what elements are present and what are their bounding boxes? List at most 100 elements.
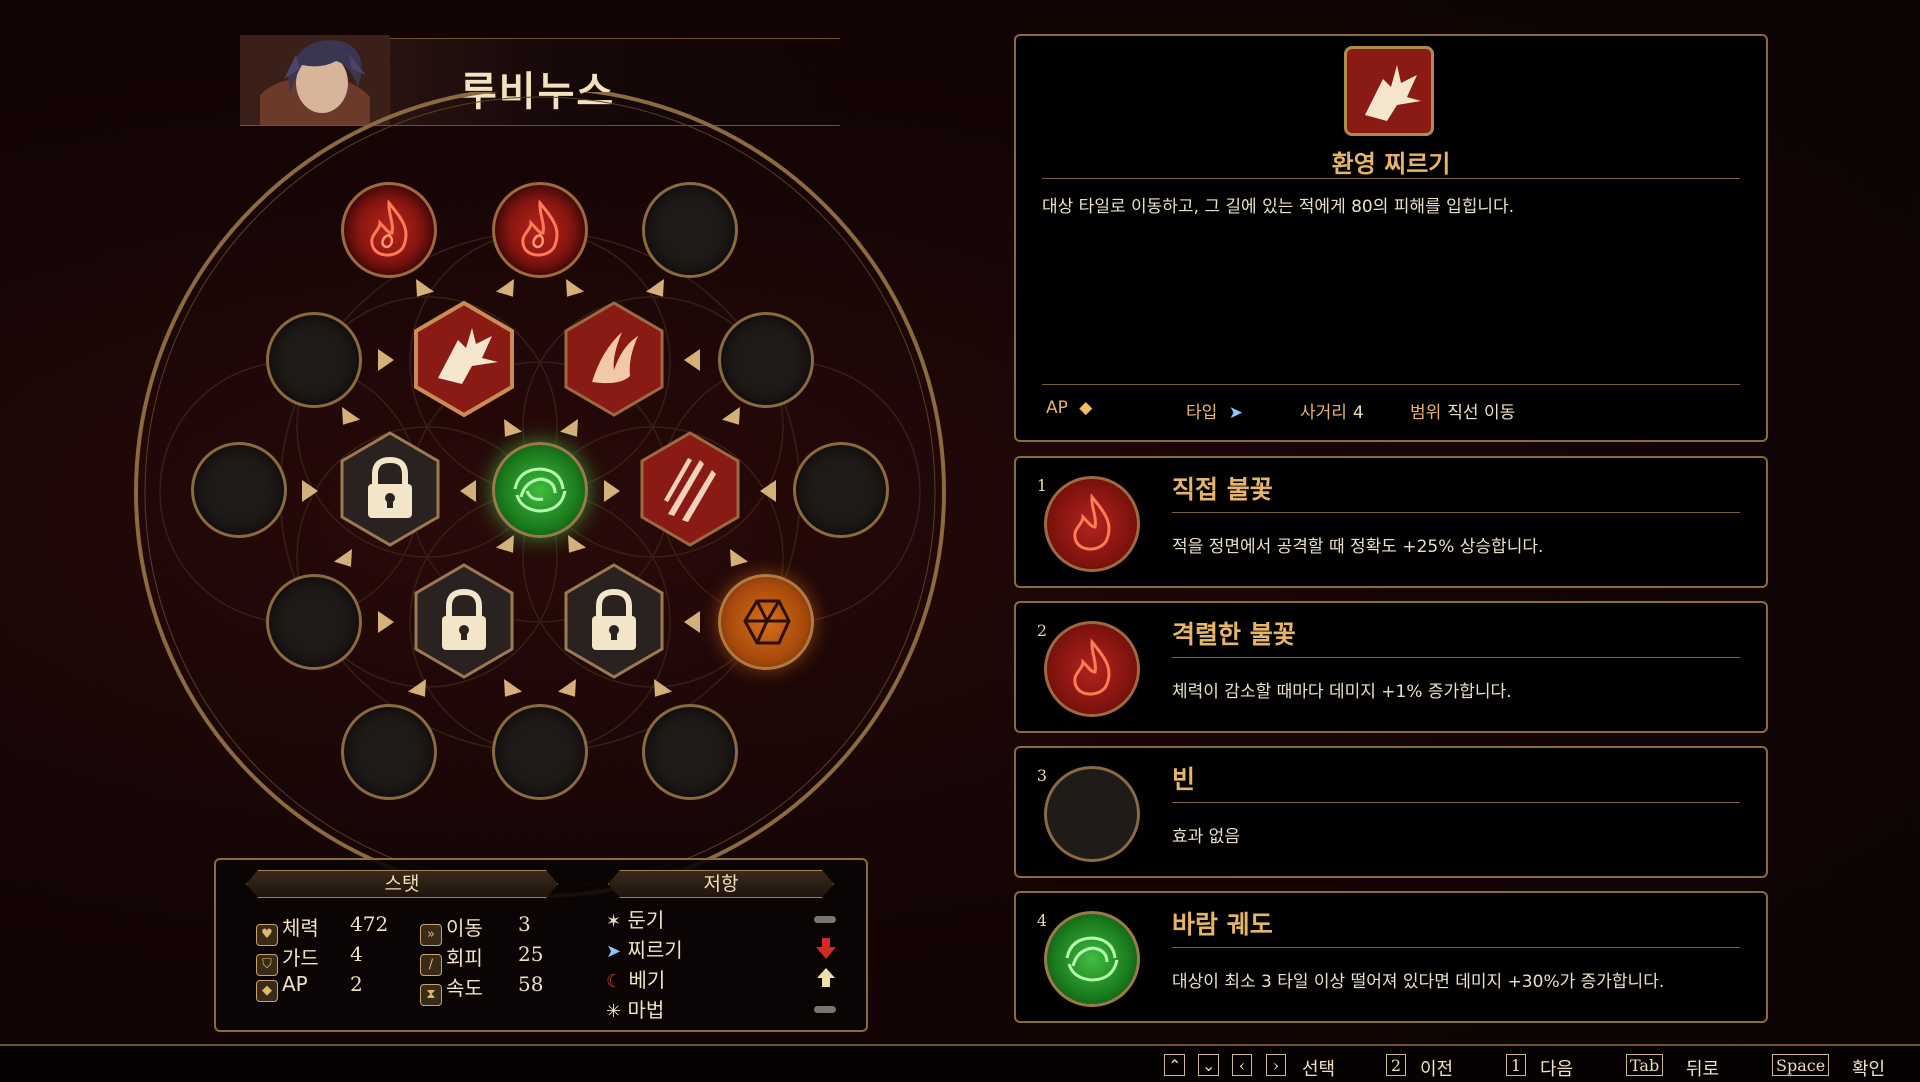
grid-node-empty[interactable]	[266, 312, 362, 408]
divider	[1172, 657, 1740, 658]
path-arrow-icon	[684, 349, 700, 371]
prev-label: 이전	[1420, 1059, 1454, 1080]
attr-label: 타입	[1186, 403, 1218, 423]
rune-title: 빈	[1172, 765, 1196, 794]
divider	[1172, 947, 1740, 948]
ap-diamond-icon: ◆	[1079, 398, 1093, 418]
attr-label: 범위	[1410, 403, 1442, 423]
stat-label: 속도	[446, 976, 483, 1000]
grid-skill-claw-flame[interactable]	[562, 300, 666, 418]
grid-node-empty[interactable]	[642, 182, 738, 278]
grid-node-empty[interactable]	[718, 312, 814, 408]
grid-node-empty[interactable]	[191, 442, 287, 538]
resist-row: ☾ 베기	[606, 964, 665, 993]
rune-slot-3[interactable]: 3 빈 효과 없음	[1014, 746, 1768, 878]
grid-node-empty[interactable]	[266, 574, 362, 670]
skill-grid	[130, 92, 950, 912]
stat-row: ⧗ 속도	[420, 972, 483, 1006]
rune-description: 대상이 최소 3 타일 이상 떨어져 있다면 데미지 +30%가 증가합니다.	[1172, 972, 1665, 992]
stats-header: 스탯	[246, 870, 558, 898]
resist-neutral-indicator	[814, 916, 836, 923]
grid-node-earth[interactable]	[718, 574, 814, 670]
back-key[interactable]: Tab	[1626, 1054, 1664, 1076]
back-label: 뒤로	[1686, 1059, 1720, 1080]
grid-node-empty[interactable]	[793, 442, 889, 538]
skill-type: 타입 ➤	[1186, 398, 1243, 423]
blunt-icon: ✶	[606, 911, 622, 932]
rune-slot-4[interactable]: 4 바람 궤도 대상이 최소 3 타일 이상 떨어져 있다면 데미지 +30%가…	[1014, 891, 1768, 1023]
ap-diamond-icon: ◆	[256, 980, 278, 1002]
stat-value: 4	[350, 942, 363, 966]
controls-footer: ⌃ ⌄ ‹ › 선택 2 이전 1 다음 Tab 뒤로 Space 확인	[0, 1044, 1920, 1082]
grid-skill-wolf-pierce[interactable]	[412, 300, 516, 418]
resist-label: 둔기	[627, 908, 665, 932]
path-arrow-icon	[604, 480, 620, 502]
grid-skill-slash[interactable]	[638, 430, 742, 548]
wolf-pierce-icon	[1344, 46, 1434, 136]
key-left-icon[interactable]: ‹	[1232, 1054, 1252, 1076]
stat-value: 472	[350, 912, 389, 936]
key-down-icon[interactable]: ⌄	[1198, 1054, 1220, 1076]
stat-row: ♥ 체력	[256, 912, 319, 946]
grid-node-fire[interactable]	[341, 182, 437, 278]
hourglass-icon: ⧗	[420, 984, 442, 1006]
path-arrow-icon	[378, 349, 394, 371]
stat-row: ⛉ 가드	[256, 942, 319, 976]
divider	[1172, 802, 1740, 803]
path-arrow-icon	[684, 611, 700, 633]
divider	[1172, 512, 1740, 513]
resist-label: 마법	[627, 998, 665, 1022]
stat-value: 3	[518, 912, 531, 936]
pierce-type-icon: ➤	[1228, 403, 1243, 423]
fire-rune-icon	[1044, 621, 1140, 717]
skill-detail-panel: 환영 찌르기 대상 타일로 이동하고, 그 길에 있는 적에게 80의 피해를 …	[1014, 34, 1768, 442]
grid-skill-locked[interactable]	[412, 562, 516, 680]
resist-weak-arrow-icon	[816, 938, 836, 964]
stat-label: 회피	[446, 946, 483, 970]
skill-description: 대상 타일로 이동하고, 그 길에 있는 적에게 80의 피해를 입힙니다.	[1042, 197, 1515, 217]
wind-rune-icon	[1044, 911, 1140, 1007]
resist-label: 찌르기	[627, 938, 683, 962]
resist-row: ➤ 찌르기	[606, 934, 683, 963]
grid-skill-locked[interactable]	[338, 430, 442, 548]
resist-row: ✳ 마법	[606, 994, 664, 1023]
rune-slot-1[interactable]: 1 직접 불꽃 적을 정면에서 공격할 때 정확도 +25% 상승합니다.	[1014, 456, 1768, 588]
stat-value: 2	[350, 972, 363, 996]
rune-title: 바람 궤도	[1172, 910, 1273, 939]
skill-title: 환영 찌르기	[1331, 150, 1451, 178]
key-right-icon[interactable]: ›	[1266, 1054, 1286, 1076]
magic-icon: ✳	[606, 1001, 622, 1022]
stat-label: AP	[282, 972, 308, 996]
divider	[1042, 384, 1740, 385]
rune-description: 효과 없음	[1172, 827, 1240, 847]
attr-label: AP	[1046, 398, 1068, 418]
stat-label: 가드	[282, 946, 319, 970]
grid-node-wind[interactable]	[492, 442, 588, 538]
grid-skill-locked[interactable]	[562, 562, 666, 680]
resist-strong-arrow-icon	[817, 968, 835, 992]
slash-icon: ☾	[606, 971, 623, 992]
resist-label: 베기	[628, 968, 666, 992]
key-up-icon[interactable]: ⌃	[1164, 1054, 1186, 1076]
confirm-label: 확인	[1852, 1059, 1886, 1080]
stat-value: 58	[518, 972, 544, 996]
grid-node-fire[interactable]	[492, 182, 588, 278]
divider	[1042, 178, 1740, 179]
stat-row: ∕ 회피	[420, 942, 483, 976]
next-key[interactable]: 1	[1506, 1054, 1526, 1076]
path-arrow-icon	[460, 480, 476, 502]
skill-range: 사거리 4	[1300, 398, 1364, 423]
grid-node-empty[interactable]	[341, 704, 437, 800]
attr-label: 사거리	[1300, 403, 1347, 423]
empty-rune-icon	[1044, 766, 1140, 862]
skill-ap: AP ◆	[1046, 398, 1092, 418]
rune-slot-2[interactable]: 2 격렬한 불꽃 체력이 감소할 때마다 데미지 +1% 증가합니다.	[1014, 601, 1768, 733]
navigate-label: 선택	[1302, 1059, 1336, 1080]
attr-value: 직선 이동	[1447, 403, 1516, 423]
grid-node-empty[interactable]	[642, 704, 738, 800]
rune-title: 격렬한 불꽃	[1172, 620, 1296, 649]
prev-key[interactable]: 2	[1386, 1054, 1406, 1076]
path-arrow-icon	[378, 611, 394, 633]
grid-node-empty[interactable]	[492, 704, 588, 800]
confirm-key[interactable]: Space	[1772, 1054, 1830, 1076]
